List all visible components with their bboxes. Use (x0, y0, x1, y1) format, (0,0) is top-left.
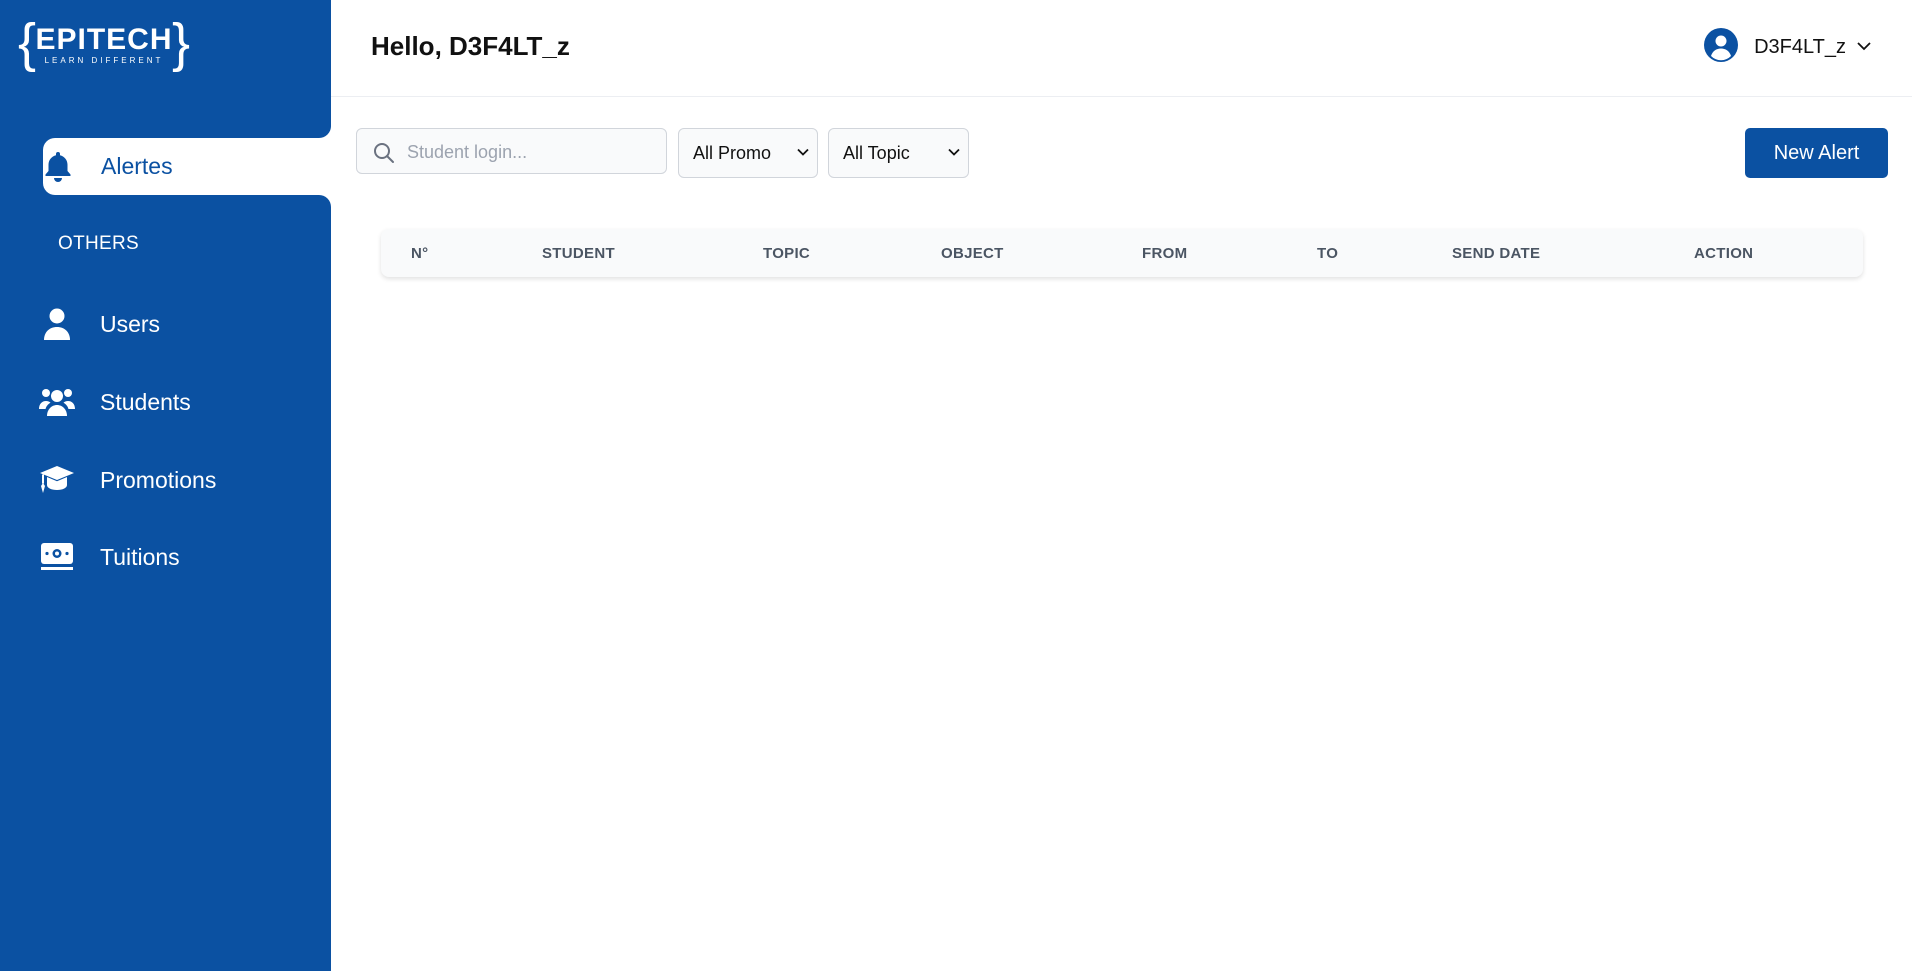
user-avatar-icon (1704, 27, 1739, 67)
new-alert-button[interactable]: New Alert (1745, 128, 1888, 178)
search-icon (374, 143, 394, 163)
logo-word: EPITECH (35, 23, 173, 56)
user-name: D3F4LT_z (1754, 35, 1846, 58)
column-header-number[interactable]: N° (411, 245, 428, 262)
section-title-others: OTHERS (58, 233, 139, 254)
sidebar-item-promotions[interactable]: Promotions (40, 451, 331, 509)
sidebar-item-label: Promotions (100, 466, 217, 493)
promo-select[interactable]: All Promo (678, 128, 818, 178)
page-greeting: Hello, D3F4LT_z (371, 31, 570, 61)
graduation-cap-icon (28, 464, 86, 496)
column-header-send-date[interactable]: SEND DATE (1452, 245, 1540, 262)
top-header: Hello, D3F4LT_z D3F4LT_z (331, 0, 1912, 97)
sidebar: { EPITECH LEARN DIFFERENT } Alertes OTHE… (0, 0, 332, 971)
column-header-student[interactable]: STUDENT (542, 245, 615, 262)
sidebar-item-users[interactable]: Users (42, 295, 331, 353)
student-login-search-input[interactable] (405, 129, 659, 175)
sidebar-item-label: Users (100, 310, 161, 337)
column-header-to[interactable]: TO (1317, 245, 1338, 262)
sidebar-item-tuitions[interactable]: Tuitions (41, 528, 331, 586)
users-group-icon (28, 387, 86, 417)
user-icon (28, 307, 86, 341)
sidebar-item-alertes[interactable]: Alertes (43, 138, 332, 195)
money-bill-icon (28, 541, 86, 573)
epitech-logo[interactable]: { EPITECH LEARN DIFFERENT } (18, 16, 190, 70)
sidebar-item-students[interactable]: Students (39, 373, 331, 431)
logo-tagline: LEARN DIFFERENT (44, 56, 164, 65)
sidebar-item-label: Students (100, 388, 191, 415)
chevron-down-icon (1856, 38, 1872, 56)
user-menu[interactable]: D3F4LT_z (1704, 27, 1872, 67)
sidebar-item-label: Alertes (101, 153, 173, 179)
topic-select-value: All Topic (843, 142, 910, 163)
sidebar-item-label: Tuitions (100, 543, 180, 570)
column-header-action[interactable]: ACTION (1694, 245, 1753, 262)
active-tab-notch-top (319, 126, 331, 138)
chevron-down-icon (797, 148, 809, 156)
column-header-topic[interactable]: TOPIC (763, 245, 810, 262)
column-header-from[interactable]: FROM (1142, 245, 1187, 262)
alerts-table: N° STUDENT TOPIC OBJECT FROM TO SEND DAT… (381, 229, 1863, 277)
column-header-object[interactable]: OBJECT (941, 245, 1004, 262)
search-box[interactable] (356, 128, 667, 175)
promo-select-value: All Promo (693, 142, 772, 163)
logo-brace-right: } (171, 13, 190, 73)
chevron-down-icon (948, 148, 960, 156)
active-tab-notch-bottom (319, 195, 331, 207)
bell-icon (29, 150, 87, 184)
topic-select[interactable]: All Topic (828, 128, 969, 178)
